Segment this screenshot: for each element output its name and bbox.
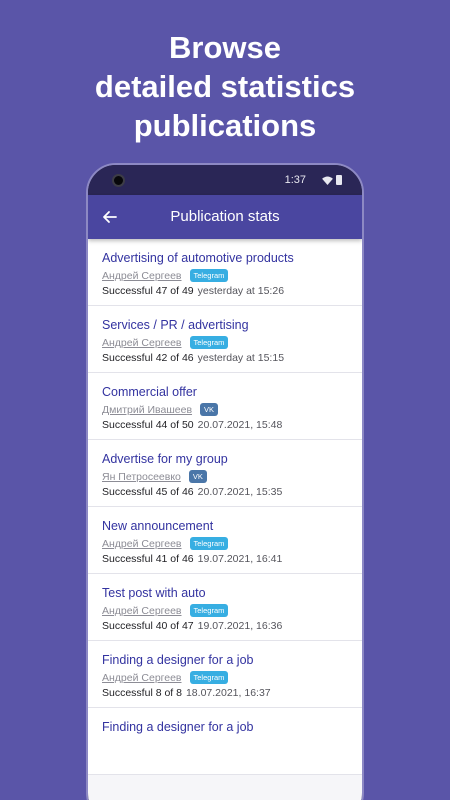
list-item[interactable]: New announcement Андрей Сергеев Telegram… xyxy=(88,507,362,574)
network-badge: VK xyxy=(188,470,207,483)
publication-title: Finding a designer for a job xyxy=(102,653,254,667)
success-count: Successful 41 of 46 xyxy=(102,553,194,565)
headline-line-3: publications xyxy=(133,108,317,143)
publication-stats: Successful 8 of 8 18.07.2021, 16:37 xyxy=(102,687,348,699)
network-badge: Telegram xyxy=(189,269,229,282)
wifi-icon xyxy=(322,175,333,185)
app-bar: Publication stats xyxy=(88,195,362,239)
publication-meta: Андрей Сергеев Telegram xyxy=(102,670,348,685)
publication-title: Advertising of automotive products xyxy=(102,251,294,265)
publication-list: Advertising of automotive products Андре… xyxy=(88,239,362,800)
publication-title: Commercial offer xyxy=(102,385,197,399)
publication-stats: Successful 42 of 46 yesterday at 15:15 xyxy=(102,352,348,364)
publication-meta: Андрей Сергеев Telegram xyxy=(102,335,348,350)
publication-title: Finding a designer for a job xyxy=(102,720,254,734)
network-badge: Telegram xyxy=(189,336,229,349)
list-item[interactable]: Finding a designer for a job Андрей Серг… xyxy=(88,641,362,708)
battery-icon xyxy=(336,175,342,185)
publication-stats: Successful 40 of 47 19.07.2021, 16:36 xyxy=(102,620,348,632)
phone-frame: 1:37 Publication stats Advertising of au… xyxy=(86,163,364,800)
author-link[interactable]: Дмитрий Ивашеев xyxy=(102,404,192,416)
list-item[interactable]: Services / PR / advertising Андрей Серге… xyxy=(88,306,362,373)
publication-stats: Successful 45 of 46 20.07.2021, 15:35 xyxy=(102,486,348,498)
camera-icon xyxy=(112,174,125,187)
status-time: 1:37 xyxy=(284,174,306,186)
success-count: Successful 45 of 46 xyxy=(102,486,194,498)
publication-date: 20.07.2021, 15:35 xyxy=(197,486,283,498)
author-link[interactable]: Андрей Сергеев xyxy=(102,605,182,617)
publication-title: Advertise for my group xyxy=(102,452,228,466)
promo-headline: Browse detailed statistics publications xyxy=(0,28,450,145)
publication-title: Test post with auto xyxy=(102,586,206,600)
success-count: Successful 8 of 8 xyxy=(102,687,182,699)
publication-date: 19.07.2021, 16:41 xyxy=(197,553,283,565)
headline-line-1: Browse xyxy=(169,30,281,65)
status-bar: 1:37 xyxy=(88,165,362,195)
publication-date: 19.07.2021, 16:36 xyxy=(197,620,283,632)
publication-meta xyxy=(102,737,348,752)
publication-date: yesterday at 15:15 xyxy=(197,352,285,364)
success-count: Successful 42 of 46 xyxy=(102,352,194,364)
network-badge: Telegram xyxy=(189,671,229,684)
network-badge: VK xyxy=(200,403,219,416)
success-count: Successful 44 of 50 xyxy=(102,419,194,431)
publication-title: Services / PR / advertising xyxy=(102,318,249,332)
author-link[interactable]: Ян Петросеевко xyxy=(102,471,181,483)
publication-date: 18.07.2021, 16:37 xyxy=(185,687,271,699)
network-badge: Telegram xyxy=(189,537,229,550)
publication-date: yesterday at 15:26 xyxy=(197,285,285,297)
author-link[interactable]: Андрей Сергеев xyxy=(102,538,182,550)
list-item[interactable]: Test post with auto Андрей Сергеев Teleg… xyxy=(88,574,362,641)
publication-stats: Successful 41 of 46 19.07.2021, 16:41 xyxy=(102,553,348,565)
author-link[interactable]: Андрей Сергеев xyxy=(102,270,182,282)
publication-stats: Successful 44 of 50 20.07.2021, 15:48 xyxy=(102,419,348,431)
publication-stats: Successful 47 of 49 yesterday at 15:26 xyxy=(102,285,348,297)
network-badge: Telegram xyxy=(189,604,229,617)
success-count: Successful 47 of 49 xyxy=(102,285,194,297)
publication-title: New announcement xyxy=(102,519,214,533)
list-item[interactable]: Commercial offer Дмитрий Ивашеев VK Succ… xyxy=(88,373,362,440)
list-item[interactable]: Finding a designer for a job xyxy=(88,708,362,775)
publication-meta: Ян Петросеевко VK xyxy=(102,469,348,484)
publication-meta: Андрей Сергеев Telegram xyxy=(102,603,348,618)
publication-meta: Дмитрий Ивашеев VK xyxy=(102,402,348,417)
author-link[interactable]: Андрей Сергеев xyxy=(102,672,182,684)
page-title: Publication stats xyxy=(170,208,280,225)
publication-meta: Андрей Сергеев Telegram xyxy=(102,268,348,283)
list-item[interactable]: Advertising of automotive products Андре… xyxy=(88,239,362,306)
list-item[interactable]: Advertise for my group Ян Петросеевко VK… xyxy=(88,440,362,507)
publication-meta: Андрей Сергеев Telegram xyxy=(102,536,348,551)
success-count: Successful 40 of 47 xyxy=(102,620,194,632)
publication-date: 20.07.2021, 15:48 xyxy=(197,419,283,431)
headline-line-2: detailed statistics xyxy=(94,69,356,104)
status-icons xyxy=(322,175,342,185)
author-link[interactable]: Андрей Сергеев xyxy=(102,337,182,349)
